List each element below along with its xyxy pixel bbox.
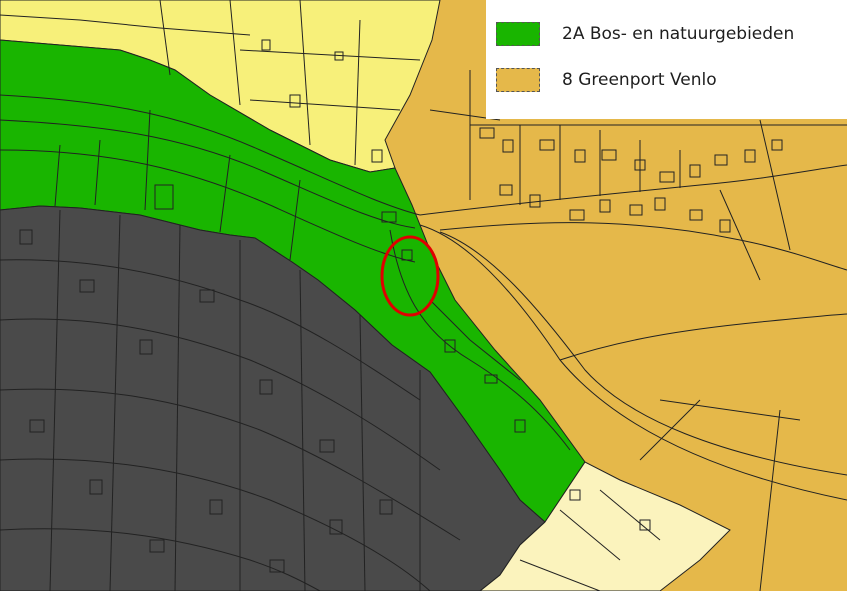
legend-swatch [496,22,540,46]
zoning-map[interactable]: 2A Bos- en natuurgebieden 8 Greenport Ve… [0,0,847,591]
legend-item-greenport-venlo: 8 Greenport Venlo [496,66,717,94]
legend-label: 8 Greenport Venlo [562,70,717,90]
legend-swatch [496,68,540,92]
legend-item-bos-en-natuurgebieden: 2A Bos- en natuurgebieden [496,20,794,48]
legend-label: 2A Bos- en natuurgebieden [562,24,795,44]
map-legend: 2A Bos- en natuurgebieden 8 Greenport Ve… [486,0,847,119]
